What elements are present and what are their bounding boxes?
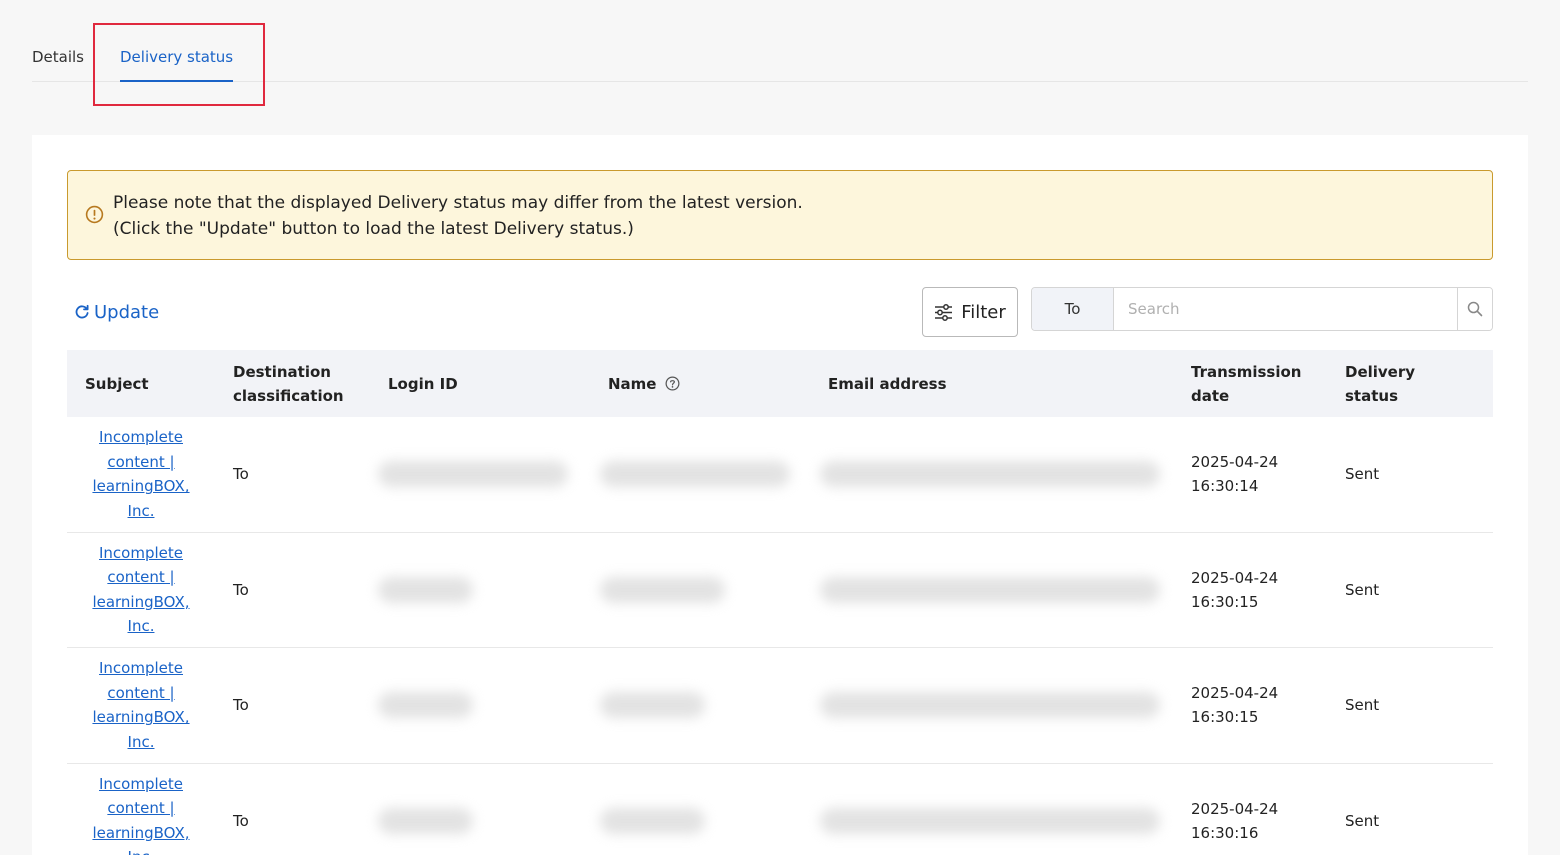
transmission-date: 2025-04-24 xyxy=(1191,684,1279,703)
subject-line: learningBOX, xyxy=(92,708,190,727)
header-email-address: Email address xyxy=(828,374,947,393)
subject-line: Incomplete xyxy=(99,774,183,793)
header-transmission-line-1: Transmission xyxy=(1191,362,1302,381)
cell-transmission-date: 2025-04-24 16:30:15 xyxy=(1191,533,1278,648)
warning-circle-icon xyxy=(85,205,104,224)
header-destination-line-2: classification xyxy=(233,386,344,405)
cell-transmission-date: 2025-04-24 16:30:16 xyxy=(1191,764,1278,855)
subject-line: learningBOX, xyxy=(92,823,190,842)
subject-line: content | xyxy=(107,683,175,702)
subject-line: Incomplete xyxy=(99,659,183,678)
header-status-line-2: status xyxy=(1345,386,1398,405)
cell-delivery-status: Sent xyxy=(1345,811,1380,830)
filter-button-label: Filter xyxy=(961,301,1006,323)
header-destination-line-1: Destination xyxy=(233,362,331,381)
transmission-time: 16:30:14 xyxy=(1191,477,1259,496)
header-transmission-date: Transmission date xyxy=(1191,350,1301,417)
notice-banner: Please note that the displayed Delivery … xyxy=(67,170,1493,260)
header-destination-classification: Destination classification xyxy=(233,350,344,417)
tab-details[interactable]: Details xyxy=(32,46,84,68)
subject-line: Incomplete xyxy=(99,543,183,562)
cell-login-id-redacted xyxy=(378,764,473,855)
subject-line: learningBOX, xyxy=(92,592,190,611)
highlight-annotation xyxy=(93,23,265,106)
cell-name-redacted xyxy=(600,417,790,532)
subject-line: Incomplete xyxy=(99,428,183,447)
search-group: To xyxy=(1031,287,1493,331)
sliders-icon xyxy=(935,303,953,321)
cell-delivery-status: Sent xyxy=(1345,580,1380,599)
subject-link[interactable]: Incomplete content | learningBOX, Inc. xyxy=(67,541,215,639)
table-header: Subject Destination classification Login… xyxy=(67,350,1493,417)
refresh-icon xyxy=(75,304,89,319)
cell-delivery-status: Sent xyxy=(1345,465,1380,484)
transmission-time: 16:30:15 xyxy=(1191,592,1259,611)
update-button-label: Update xyxy=(94,301,160,323)
header-subject: Subject xyxy=(85,374,149,393)
cell-email-redacted xyxy=(820,764,1160,855)
table-row: Incomplete content | learningBOX, Inc. T… xyxy=(67,648,1493,764)
cell-name-redacted xyxy=(600,648,705,763)
header-login-id: Login ID xyxy=(388,374,458,393)
cell-subject: Incomplete content | learningBOX, Inc. xyxy=(67,648,215,763)
table-row: Incomplete content | learningBOX, Inc. T… xyxy=(67,417,1493,533)
notice-line-1: Please note that the displayed Delivery … xyxy=(113,193,803,213)
subject-line: Inc. xyxy=(67,845,215,855)
delivery-status-panel: Please note that the displayed Delivery … xyxy=(32,135,1528,855)
table-row: Incomplete content | learningBOX, Inc. T… xyxy=(67,533,1493,648)
delivery-table: Subject Destination classification Login… xyxy=(67,350,1493,855)
cell-login-id-redacted xyxy=(378,648,473,763)
cell-login-id-redacted xyxy=(378,417,568,532)
search-button[interactable] xyxy=(1457,288,1492,330)
filter-button[interactable]: Filter xyxy=(922,287,1018,337)
cell-login-id-redacted xyxy=(378,533,473,648)
subject-link[interactable]: Incomplete content | learningBOX, Inc. xyxy=(67,772,215,855)
search-field-select[interactable]: To xyxy=(1032,288,1114,330)
cell-email-redacted xyxy=(820,417,1160,532)
cell-name-redacted xyxy=(600,533,725,648)
notice-line-2: (Click the "Update" button to load the l… xyxy=(113,219,634,239)
header-name-label: Name xyxy=(608,374,657,393)
subject-link[interactable]: Incomplete content | learningBOX, Inc. xyxy=(67,656,215,754)
subject-line: content | xyxy=(107,799,175,818)
update-button[interactable]: Update xyxy=(74,298,159,326)
header-name: Name xyxy=(608,350,680,417)
cell-destination: To xyxy=(233,465,249,484)
header-transmission-line-2: date xyxy=(1191,386,1230,405)
transmission-time: 16:30:15 xyxy=(1191,708,1259,727)
cell-destination: To xyxy=(233,580,249,599)
question-circle-icon[interactable] xyxy=(665,376,680,391)
cell-name-redacted xyxy=(600,764,705,855)
cell-destination: To xyxy=(233,811,249,830)
cell-email-redacted xyxy=(820,648,1160,763)
subject-line: learningBOX, xyxy=(92,477,190,496)
transmission-date: 2025-04-24 xyxy=(1191,568,1279,587)
cell-subject: Incomplete content | learningBOX, Inc. xyxy=(67,417,215,532)
cell-email-redacted xyxy=(820,533,1160,648)
transmission-time: 16:30:16 xyxy=(1191,823,1259,842)
subject-line: Inc. xyxy=(127,732,155,751)
cell-transmission-date: 2025-04-24 16:30:15 xyxy=(1191,648,1278,763)
notice-text: Please note that the displayed Delivery … xyxy=(113,190,803,242)
cell-delivery-status: Sent xyxy=(1345,696,1380,715)
cell-destination: To xyxy=(233,696,249,715)
header-delivery-status: Delivery status xyxy=(1345,350,1415,417)
subject-line: Inc. xyxy=(127,617,155,636)
subject-line: content | xyxy=(107,452,175,471)
transmission-date: 2025-04-24 xyxy=(1191,799,1279,818)
cell-subject: Incomplete content | learningBOX, Inc. xyxy=(67,533,215,648)
subject-line: Inc. xyxy=(127,501,155,520)
header-status-line-1: Delivery xyxy=(1345,362,1416,381)
search-icon xyxy=(1467,301,1483,317)
subject-link[interactable]: Incomplete content | learningBOX, Inc. xyxy=(67,425,215,523)
cell-subject: Incomplete content | learningBOX, Inc. xyxy=(67,764,215,855)
cell-transmission-date: 2025-04-24 16:30:14 xyxy=(1191,417,1278,532)
transmission-date: 2025-04-24 xyxy=(1191,453,1279,472)
table-row: Incomplete content | learningBOX, Inc. T… xyxy=(67,764,1493,855)
search-input[interactable] xyxy=(1114,288,1457,330)
subject-line: content | xyxy=(107,568,175,587)
